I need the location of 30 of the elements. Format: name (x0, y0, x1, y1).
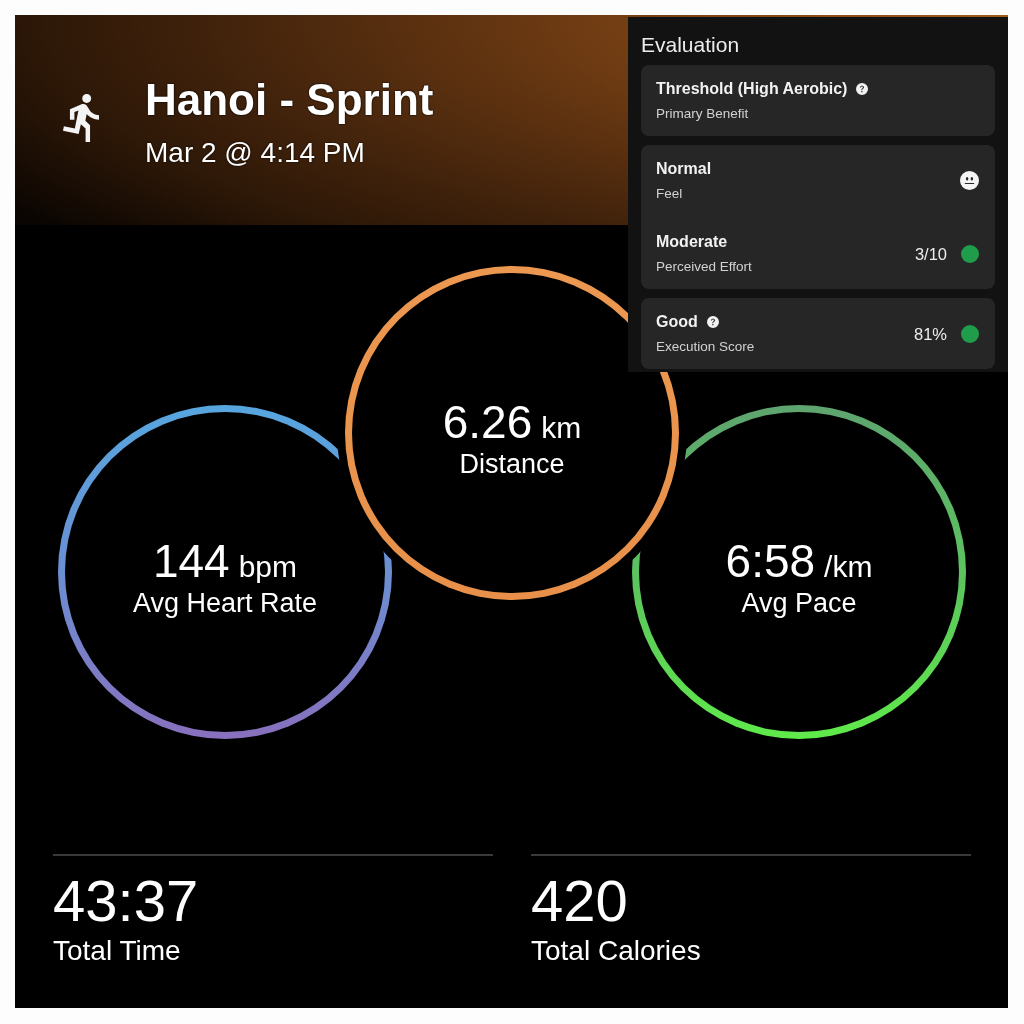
evaluation-value: Threshold (High Aerobic) (656, 79, 848, 99)
evaluation-reading: 3/10 (914, 243, 947, 264)
panel-title: Evaluation (641, 33, 741, 57)
evaluation-label: Feel (656, 185, 684, 202)
evaluation-value: Good (656, 312, 698, 332)
activity-date: Mar 2 @ 4:14 PM (145, 137, 365, 169)
evaluation-reading: 81% (913, 323, 947, 344)
metric-unit: km (541, 411, 582, 445)
evaluation-value: Normal (656, 159, 712, 179)
runner-icon (63, 94, 99, 142)
metric-value: 6:58 (725, 535, 816, 587)
total-label: Total Calories (531, 935, 701, 967)
metric-label: Avg Heart Rate (132, 587, 318, 619)
evaluation-label: Perceived Effort (656, 258, 752, 275)
metric-unit: bpm (238, 550, 298, 584)
help-icon[interactable] (856, 83, 869, 95)
metric-value: 144 (152, 535, 230, 587)
metric-value: 6.26 (442, 396, 533, 448)
help-icon[interactable] (706, 316, 719, 328)
metric-label: Distance (459, 448, 565, 480)
activity-title: Hanoi - Sprint (145, 74, 434, 126)
total-value: 420 (531, 869, 628, 933)
neutral-face-icon (960, 171, 979, 190)
evaluation-value: Moderate (656, 232, 728, 252)
metric-unit: /km (824, 550, 873, 584)
metric-label: Avg Pace (741, 587, 857, 619)
total-label: Total Time (53, 935, 181, 967)
evaluation-label: Execution Score (656, 338, 755, 355)
total-value: 43:37 (53, 869, 199, 933)
evaluation-label: Primary Benefit (656, 105, 750, 122)
